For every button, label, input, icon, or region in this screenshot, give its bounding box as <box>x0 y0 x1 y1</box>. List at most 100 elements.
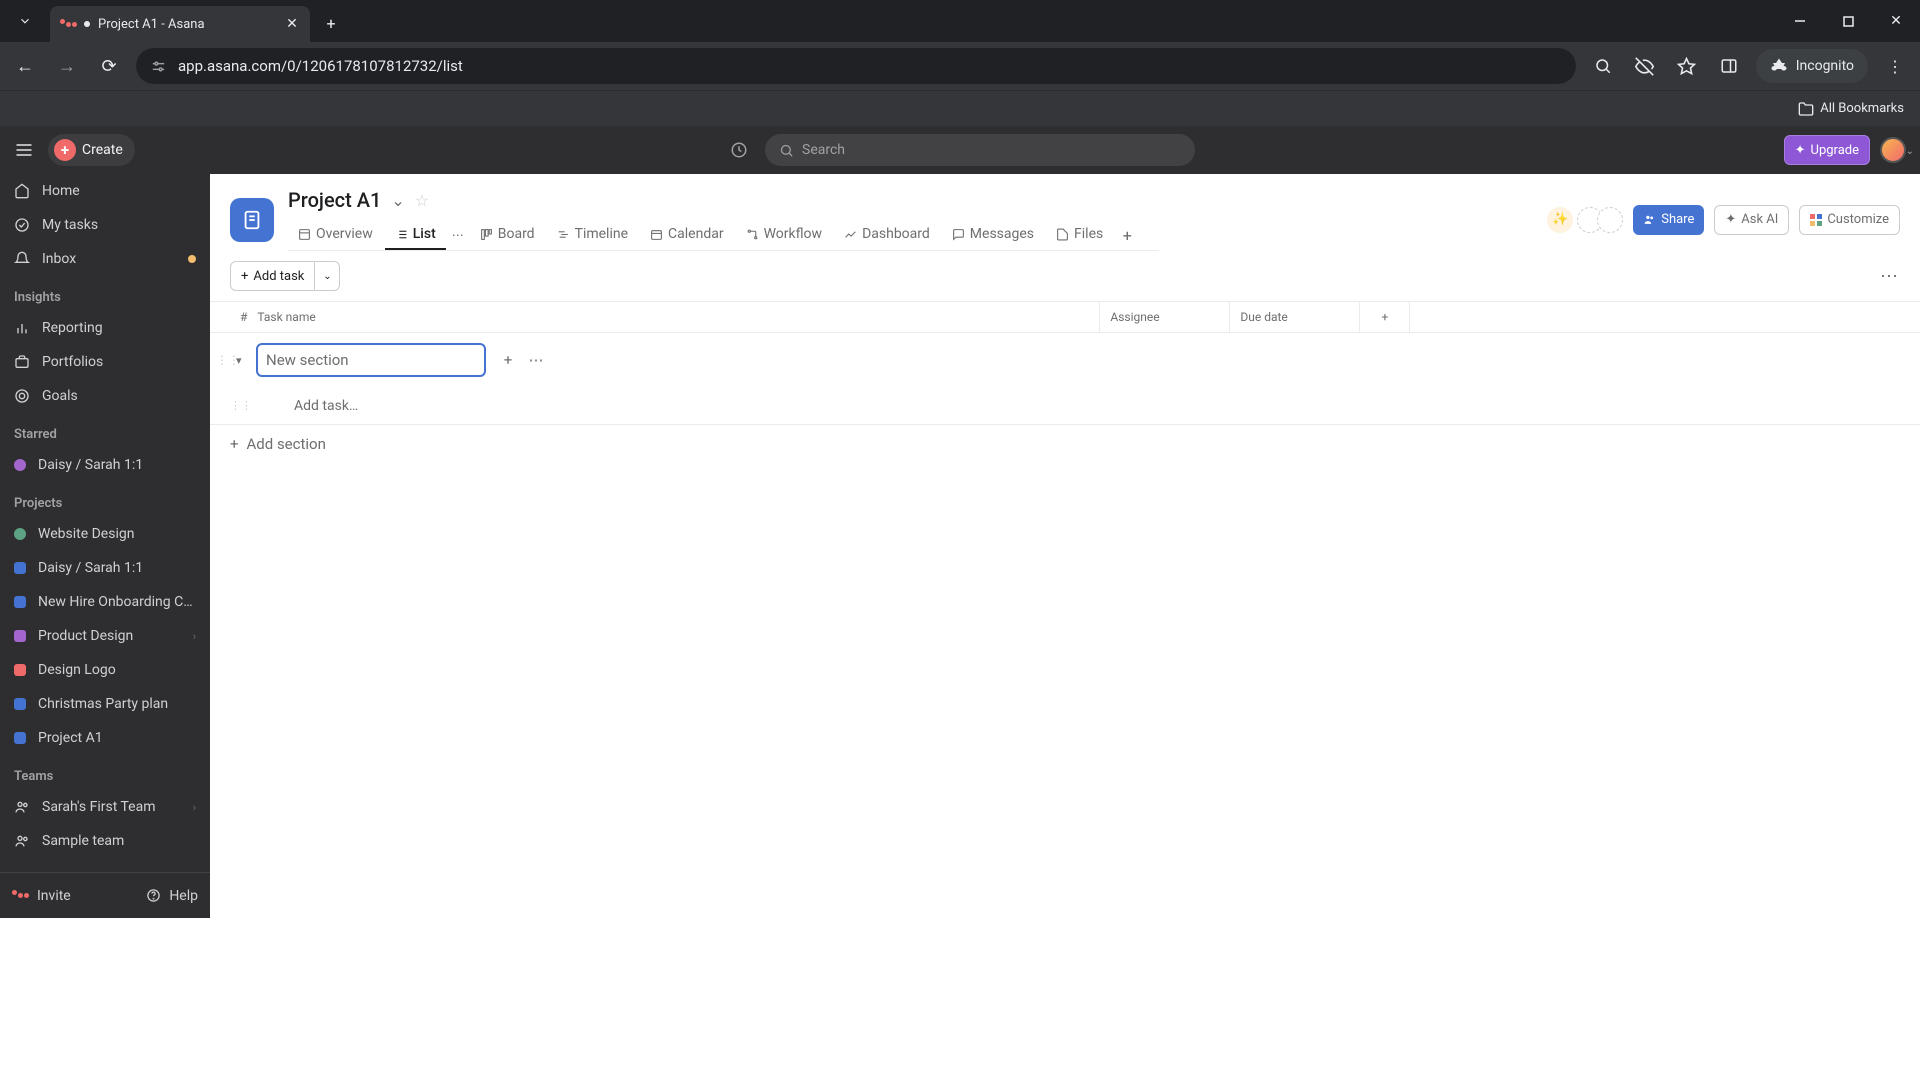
plus-icon: + <box>241 269 248 284</box>
task-row-placeholder[interactable]: ⋮⋮ Add task… <box>210 387 1920 425</box>
browser-tab[interactable]: Project A1 - Asana ✕ <box>50 6 310 42</box>
column-assignee[interactable]: Assignee <box>1099 302 1229 332</box>
tab-label: Overview <box>316 226 373 242</box>
back-button[interactable]: ← <box>10 51 40 81</box>
browser-toolbar: ← → ⟳ app.asana.com/0/1206178107812732/l… <box>0 42 1920 90</box>
sidebar-item-goals[interactable]: Goals <box>0 379 210 413</box>
upgrade-label: Upgrade <box>1811 143 1859 158</box>
sidebar-project-item[interactable]: Design Logo <box>0 653 210 687</box>
sidebar-item-reporting[interactable]: Reporting <box>0 311 210 345</box>
window-controls: ✕ <box>1776 0 1920 42</box>
tab-workflow[interactable]: Workflow <box>736 220 833 250</box>
ai-sparkle-button[interactable]: ✨ <box>1547 207 1573 233</box>
chevron-right-icon: › <box>193 630 196 643</box>
customize-button[interactable]: Customize <box>1799 205 1900 235</box>
add-section-button[interactable]: + Add section <box>210 425 1920 463</box>
add-tab-button[interactable]: + <box>1115 223 1139 247</box>
close-window-button[interactable]: ✕ <box>1872 0 1920 42</box>
add-task-button[interactable]: + Add task ⌄ <box>230 261 340 291</box>
project-color-icon <box>14 596 26 608</box>
project-members[interactable] <box>1583 207 1623 233</box>
grid-icon <box>1810 214 1822 226</box>
section-name-input[interactable] <box>256 343 486 377</box>
timeline-icon <box>557 228 570 241</box>
section-more-button[interactable]: ⋯ <box>526 351 546 369</box>
collapse-caret-icon[interactable]: ▾ <box>236 354 250 367</box>
minimize-button[interactable] <box>1776 0 1824 42</box>
help-button[interactable]: Help <box>146 888 198 904</box>
sidebar-label: My tasks <box>42 217 196 233</box>
close-tab-icon[interactable]: ✕ <box>284 16 300 32</box>
history-button[interactable] <box>725 136 753 164</box>
tab-more-button[interactable]: ⋯ <box>448 224 468 246</box>
maximize-button[interactable] <box>1824 0 1872 42</box>
project-color-icon <box>14 562 26 574</box>
browser-menu-icon[interactable]: ⋮ <box>1880 51 1910 81</box>
tab-calendar[interactable]: Calendar <box>640 220 734 250</box>
side-panel-icon[interactable] <box>1714 51 1744 81</box>
incognito-badge[interactable]: Incognito <box>1756 49 1868 83</box>
sidebar-project-item[interactable]: Daisy / Sarah 1:1 <box>0 551 210 585</box>
sidebar-label: Inbox <box>42 251 176 267</box>
sidebar-project-item[interactable]: Product Design› <box>0 619 210 653</box>
menu-toggle-button[interactable] <box>14 140 34 160</box>
ask-ai-button[interactable]: ✦ Ask AI <box>1714 205 1789 235</box>
sidebar-label: Portfolios <box>42 354 196 370</box>
add-task-to-section-button[interactable]: + <box>498 351 518 369</box>
sidebar-project-item[interactable]: Christmas Party plan <box>0 687 210 721</box>
upgrade-button[interactable]: ✦ Upgrade <box>1784 135 1870 165</box>
add-section-label: Add section <box>247 435 326 453</box>
sidebar-item-home[interactable]: Home <box>0 174 210 208</box>
column-due[interactable]: Due date <box>1229 302 1359 332</box>
all-bookmarks-button[interactable]: All Bookmarks <box>1798 101 1904 117</box>
reload-button[interactable]: ⟳ <box>94 51 124 81</box>
tab-board[interactable]: Board <box>470 220 545 250</box>
share-button[interactable]: Share <box>1633 205 1704 235</box>
folder-icon <box>1798 101 1814 117</box>
add-task-dropdown[interactable]: ⌄ <box>315 271 339 282</box>
sidebar-item-inbox[interactable]: Inbox <box>0 242 210 276</box>
tab-label: Workflow <box>764 226 823 242</box>
toolbar-more-button[interactable]: ⋯ <box>1880 266 1900 287</box>
tab-timeline[interactable]: Timeline <box>547 220 638 250</box>
invite-button[interactable]: Invite <box>12 888 71 904</box>
sidebar-project-item[interactable]: Website Design <box>0 517 210 551</box>
sidebar-section-projects: Projects <box>0 482 210 517</box>
dropdown-chevron-icon[interactable]: ⌄ <box>391 191 404 210</box>
unsaved-dot-icon <box>84 21 90 27</box>
drag-handle-icon[interactable]: ⋮⋮ <box>216 353 230 367</box>
bookmark-star-icon[interactable] <box>1672 51 1702 81</box>
create-button[interactable]: + Create <box>48 134 135 166</box>
sidebar-project-item[interactable]: New Hire Onboarding Ch… <box>0 585 210 619</box>
tab-search-button[interactable] <box>8 4 42 38</box>
sidebar-team-item[interactable]: Sample team <box>0 824 210 858</box>
project-color-icon <box>14 528 26 540</box>
sidebar-label: Home <box>42 183 196 199</box>
sidebar-item-my-tasks[interactable]: My tasks <box>0 208 210 242</box>
sidebar-team-item[interactable]: Sarah's First Team› <box>0 790 210 824</box>
tab-dashboard[interactable]: Dashboard <box>834 220 940 250</box>
sidebar-label: Reporting <box>42 320 196 336</box>
user-avatar[interactable]: ⌄ <box>1880 137 1906 163</box>
home-icon <box>14 183 30 199</box>
tab-list[interactable]: List <box>385 220 446 250</box>
add-column-button[interactable]: + <box>1359 302 1409 332</box>
url-bar[interactable]: app.asana.com/0/1206178107812732/list <box>136 48 1576 84</box>
new-tab-button[interactable]: + <box>316 8 346 38</box>
search-input[interactable]: Search <box>765 134 1195 166</box>
star-icon[interactable]: ☆ <box>415 191 429 210</box>
tab-label: Calendar <box>668 226 724 242</box>
add-task-placeholder: Add task… <box>244 398 358 414</box>
forward-button[interactable]: → <box>52 51 82 81</box>
sidebar-starred-item[interactable]: Daisy / Sarah 1:1 <box>0 448 210 482</box>
tab-files[interactable]: Files <box>1046 220 1113 250</box>
site-settings-icon[interactable] <box>150 58 168 75</box>
app-topbar: + Create Search ✦ Upgrade ⌄ <box>0 126 1920 174</box>
sidebar-project-item[interactable]: Project A1 <box>0 721 210 755</box>
eye-off-icon[interactable] <box>1630 51 1660 81</box>
tab-overview[interactable]: Overview <box>288 220 383 250</box>
project-icon[interactable] <box>230 198 274 242</box>
tab-messages[interactable]: Messages <box>942 220 1044 250</box>
search-icon[interactable] <box>1588 51 1618 81</box>
sidebar-item-portfolios[interactable]: Portfolios <box>0 345 210 379</box>
